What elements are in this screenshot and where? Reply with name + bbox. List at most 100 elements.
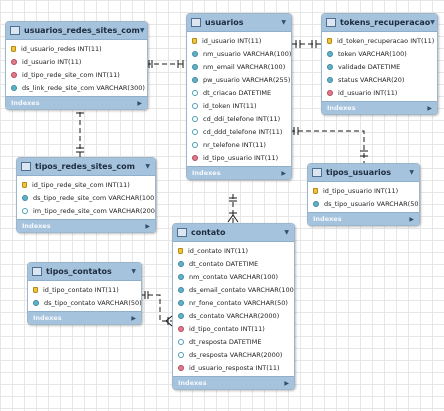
column-row[interactable]: id_usuario_resposta INT(11) [173, 361, 294, 374]
table-header[interactable]: tipos_usuarios ▼ [308, 164, 419, 182]
expand-arrow-icon[interactable]: ▶ [284, 380, 289, 387]
expand-arrow-icon[interactable]: ▶ [145, 223, 150, 230]
column-name: im_tipo_rede_site_com VARCHAR(200) [33, 206, 156, 215]
collapse-arrow-icon[interactable]: ▼ [284, 229, 289, 236]
column-row[interactable]: id_tipo_contato INT(11) [173, 322, 294, 335]
column-row[interactable]: nr_telefone INT(11) [187, 138, 291, 151]
table-header[interactable]: usuarios ▼ [187, 14, 291, 32]
not-null-column-icon [192, 50, 198, 57]
table-usuarios-redes-sites-com[interactable]: usuarios_redes_sites_com ▼ id_usuario_re… [5, 21, 148, 110]
column-row[interactable]: ds_tipo_contato VARCHAR(50) [28, 296, 141, 309]
not-null-column-icon [327, 63, 333, 70]
collapse-arrow-icon[interactable]: ▼ [145, 163, 150, 170]
table-tipos-redes-sites-com[interactable]: tipos_redes_sites_com ▼ id_tipo_rede_sit… [16, 157, 156, 233]
table-usuarios[interactable]: usuarios ▼ id_usuario INT(11) nm_usuario… [186, 13, 292, 180]
key-icon [178, 247, 183, 254]
indexes-footer[interactable]: Indexes ▶ [17, 219, 155, 232]
table-header[interactable]: tokens_recuperacao ▼ [322, 14, 437, 32]
column-row[interactable]: id_usuario INT(11) [187, 34, 291, 47]
column-row[interactable]: ds_tipo_rede_site_com VARCHAR(100) [17, 191, 155, 204]
table-icon [326, 18, 336, 27]
column-row[interactable]: id_token INT(11) [187, 99, 291, 112]
column-row[interactable]: ds_tipo_usuario VARCHAR(50) [308, 197, 419, 210]
not-null-column-icon [327, 50, 333, 57]
column-row[interactable]: nm_contato VARCHAR(100) [173, 270, 294, 283]
column-name: id_usuario_redes INT(11) [21, 44, 102, 53]
indexes-footer[interactable]: Indexes ▶ [173, 376, 294, 389]
column-name: dt_resposta DATETIME [189, 337, 262, 346]
table-tipos-contatos[interactable]: tipos_contatos ▼ id_tipo_contato INT(11)… [27, 262, 142, 325]
collapse-arrow-icon[interactable]: ▼ [281, 19, 286, 26]
indexes-footer[interactable]: Indexes ▶ [308, 212, 419, 225]
indexes-label: Indexes [22, 222, 51, 230]
not-null-column-icon [178, 260, 184, 267]
column-row[interactable]: dt_contato DATETIME [173, 257, 294, 270]
column-row[interactable]: id_token_recuperacao INT(11) [322, 34, 437, 47]
table-title: usuarios_redes_sites_com [24, 26, 140, 35]
column-name: id_tipo_rede_site_com INT(11) [32, 180, 130, 189]
rel-usuarios-to-tipos-usuarios[interactable] [290, 130, 365, 163]
column-row[interactable]: status VARCHAR(20) [322, 73, 437, 86]
table-tipos-usuarios[interactable]: tipos_usuarios ▼ id_tipo_usuario INT(11)… [307, 163, 420, 226]
key-icon [11, 45, 16, 52]
indexes-label: Indexes [11, 99, 40, 107]
column-name: nm_usuario VARCHAR(100) [203, 49, 292, 58]
column-row[interactable]: id_usuario_redes INT(11) [6, 42, 147, 55]
indexes-footer[interactable]: Indexes ▶ [322, 101, 437, 114]
column-row[interactable]: id_tipo_rede_site_com INT(11) [17, 178, 155, 191]
column-row[interactable]: ds_contato VARCHAR(2000) [173, 309, 294, 322]
not-null-column-icon [327, 76, 333, 83]
column-list: id_tipo_contato INT(11) ds_tipo_contato … [28, 281, 141, 311]
column-row[interactable]: im_tipo_rede_site_com VARCHAR(200) [17, 204, 155, 217]
table-tokens-recuperacao[interactable]: tokens_recuperacao ▼ id_token_recuperaca… [321, 13, 438, 115]
indexes-footer[interactable]: Indexes ▶ [6, 96, 147, 109]
column-name: ds_tipo_rede_site_com VARCHAR(100) [33, 193, 156, 202]
column-row[interactable]: validade DATETIME [322, 60, 437, 73]
indexes-footer[interactable]: Indexes ▶ [28, 311, 141, 324]
table-header[interactable]: tipos_contatos ▼ [28, 263, 141, 281]
table-contato[interactable]: contato ▼ id_contato INT(11) dt_contato … [172, 223, 295, 390]
column-row[interactable]: id_tipo_usuario INT(11) [308, 184, 419, 197]
column-row[interactable]: dt_criacao DATETIME [187, 86, 291, 99]
collapse-arrow-icon[interactable]: ▼ [140, 27, 145, 34]
collapse-arrow-icon[interactable]: ▼ [131, 268, 136, 275]
column-row[interactable]: id_tipo_usuario INT(11) [187, 151, 291, 164]
column-name: nr_telefone INT(11) [203, 140, 266, 149]
column-row[interactable]: ds_email_contato VARCHAR(100) [173, 283, 294, 296]
column-row[interactable]: id_usuario INT(11) [322, 86, 437, 99]
column-row[interactable]: cd_ddd_telefone INT(11) [187, 125, 291, 138]
table-icon [191, 18, 201, 27]
column-name: dt_criacao DATETIME [203, 88, 272, 97]
expand-arrow-icon[interactable]: ▶ [427, 105, 432, 112]
column-row[interactable]: nr_fone_contato VARCHAR(50) [173, 296, 294, 309]
column-row[interactable]: nm_email VARCHAR(100) [187, 60, 291, 73]
column-name: pw_usuario VARCHAR(255) [203, 75, 291, 84]
column-row[interactable]: nm_usuario VARCHAR(100) [187, 47, 291, 60]
column-row[interactable]: cd_ddi_telefone INT(11) [187, 112, 291, 125]
not-null-column-icon [33, 299, 39, 306]
column-row[interactable]: id_tipo_rede_site_com INT(11) [6, 68, 147, 81]
nullable-column-icon [192, 115, 198, 122]
table-title: tipos_usuarios [326, 168, 392, 177]
column-row[interactable]: id_contato INT(11) [173, 244, 294, 257]
indexes-footer[interactable]: Indexes ▶ [187, 166, 291, 179]
table-header[interactable]: contato ▼ [173, 224, 294, 242]
column-row[interactable]: ds_resposta VARCHAR(2000) [173, 348, 294, 361]
collapse-arrow-icon[interactable]: ▼ [409, 169, 414, 176]
table-icon [21, 162, 31, 171]
expand-arrow-icon[interactable]: ▶ [137, 100, 142, 107]
column-row[interactable]: dt_resposta DATETIME [173, 335, 294, 348]
column-row[interactable]: id_usuario INT(11) [6, 55, 147, 68]
column-row[interactable]: ds_link_rede_site_com VARCHAR(300) [6, 81, 147, 94]
table-header[interactable]: tipos_redes_sites_com ▼ [17, 158, 155, 176]
column-row[interactable]: token VARCHAR(100) [322, 47, 437, 60]
collapse-arrow-icon[interactable]: ▼ [430, 19, 435, 26]
column-row[interactable]: pw_usuario VARCHAR(255) [187, 73, 291, 86]
expand-arrow-icon[interactable]: ▶ [281, 170, 286, 177]
expand-arrow-icon[interactable]: ▶ [131, 315, 136, 322]
column-row[interactable]: id_tipo_contato INT(11) [28, 283, 141, 296]
column-name: id_usuario INT(11) [22, 57, 82, 66]
foreign-key-icon [327, 89, 333, 96]
table-header[interactable]: usuarios_redes_sites_com ▼ [6, 22, 147, 40]
expand-arrow-icon[interactable]: ▶ [409, 216, 414, 223]
